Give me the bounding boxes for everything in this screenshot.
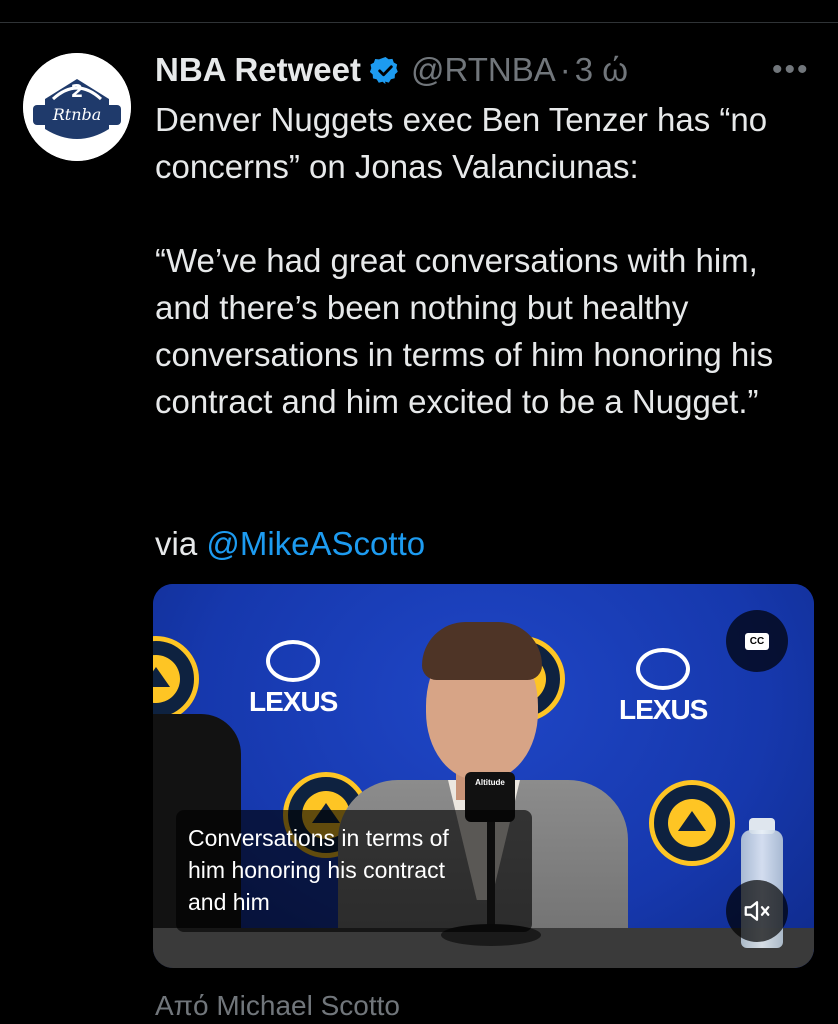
caption-line: and him bbox=[188, 889, 270, 915]
via-prefix: via bbox=[155, 525, 207, 562]
avatar[interactable]: Rtnba 2 bbox=[23, 53, 131, 161]
tweet-headline: Denver Nuggets exec Ben Tenzer has “no c… bbox=[155, 101, 768, 185]
tweet-body: Denver Nuggets exec Ben Tenzer has “no c… bbox=[155, 96, 815, 425]
caption-line: Conversations in terms of bbox=[188, 825, 449, 851]
avatar-logo-text: Rtnba bbox=[52, 105, 102, 124]
author-name[interactable]: NBA Retweet bbox=[155, 51, 361, 89]
sponsor-logo: LEXUS bbox=[249, 640, 338, 716]
mute-button[interactable] bbox=[726, 880, 788, 942]
svg-text:2: 2 bbox=[71, 81, 84, 102]
closed-captions-icon: CC bbox=[745, 632, 769, 650]
tweet-header: NBA Retweet @RTNBA · 3 ώ bbox=[155, 48, 628, 92]
caption-line: him honoring his contract bbox=[188, 857, 445, 883]
tweet-timestamp[interactable]: 3 ώ bbox=[575, 51, 628, 89]
via-mention-link[interactable]: @MikeAScotto bbox=[206, 525, 425, 562]
via-line: via @MikeAScotto bbox=[155, 520, 425, 567]
author-handle[interactable]: @RTNBA bbox=[411, 51, 556, 89]
video-source-attribution[interactable]: Από Michael Scotto bbox=[155, 990, 400, 1022]
closed-captions-button[interactable]: CC bbox=[726, 610, 788, 672]
separator-dot: · bbox=[559, 51, 571, 88]
volume-muted-icon bbox=[744, 901, 770, 921]
verified-badge-icon bbox=[369, 55, 401, 86]
video-caption: Conversations in terms of him honoring h… bbox=[176, 810, 532, 932]
top-divider bbox=[0, 22, 838, 23]
tweet-quote: “We’ve had great conversations with him,… bbox=[155, 242, 774, 420]
more-horizontal-icon[interactable]: ••• bbox=[772, 55, 810, 85]
nuggets-logo-icon bbox=[649, 780, 735, 866]
video-player[interactable]: LEXUS LEXUS Altitude Conversations in te… bbox=[153, 584, 814, 968]
